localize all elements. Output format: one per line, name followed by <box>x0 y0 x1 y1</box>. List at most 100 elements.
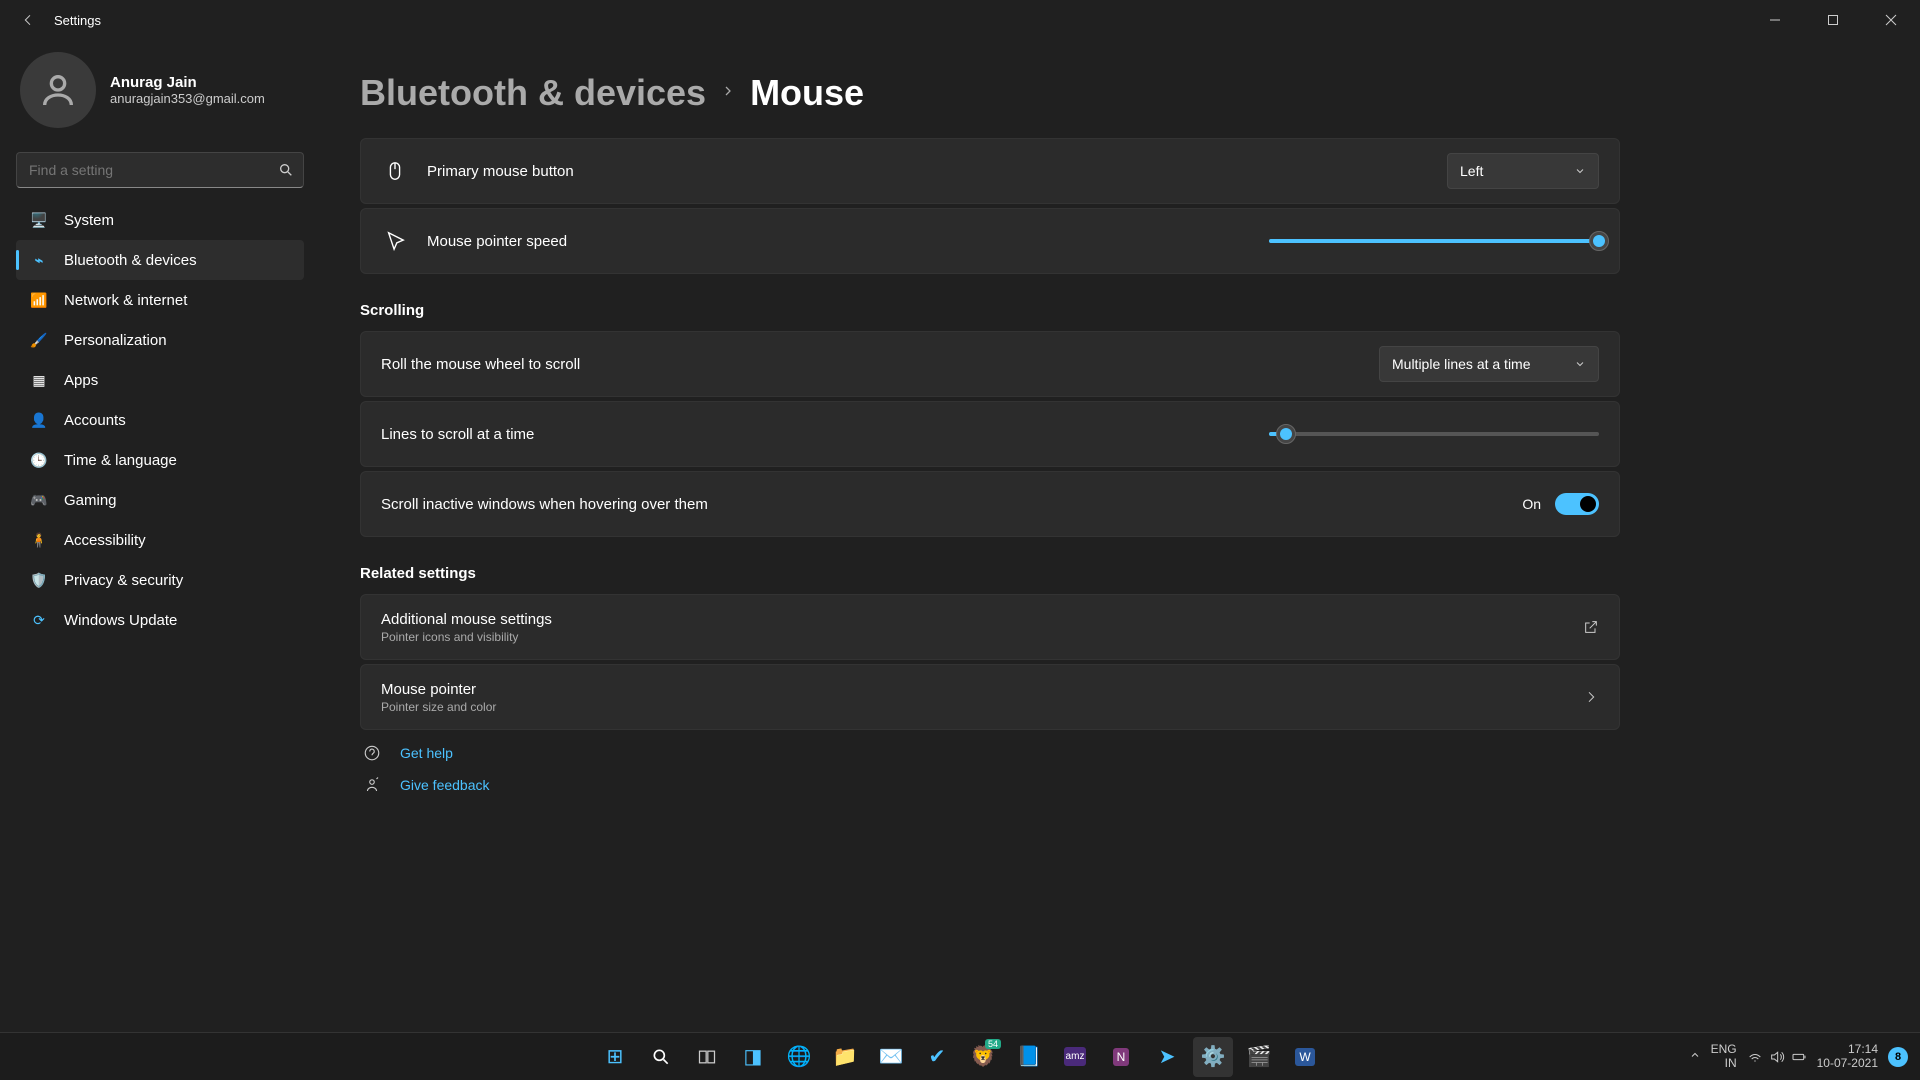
brush-icon: 🖌️ <box>30 331 48 349</box>
wifi-icon: 📶 <box>30 291 48 309</box>
nav-list: 🖥️System ⌁ Bluetooth & devices 📶 Network &… <box>16 200 304 640</box>
lang-secondary: IN <box>1711 1057 1737 1070</box>
sidebar-item-time-language[interactable]: 🕒Time & language <box>16 440 304 480</box>
tray-overflow-button[interactable] <box>1689 1049 1701 1064</box>
sidebar-item-label: Apps <box>64 372 98 389</box>
related-sub: Pointer icons and visibility <box>381 630 552 644</box>
search-taskbar-button[interactable] <box>641 1037 681 1077</box>
onenote-app[interactable]: N <box>1101 1037 1141 1077</box>
clock-icon: 🕒 <box>30 451 48 469</box>
sidebar-item-accounts[interactable]: 👤Accounts <box>16 400 304 440</box>
accessibility-icon: 🧍 <box>30 531 48 549</box>
brave-app[interactable]: 🦁54 <box>963 1037 1003 1077</box>
wifi-tray-icon <box>1747 1049 1763 1065</box>
sidebar-item-label: Personalization <box>64 332 167 349</box>
start-button[interactable]: ⊞ <box>595 1037 635 1077</box>
roll-wheel-dropdown[interactable]: Multiple lines at a time <box>1379 346 1599 382</box>
date-text: 10-07-2021 <box>1817 1057 1878 1070</box>
slider-thumb[interactable] <box>1276 424 1296 444</box>
cursor-icon <box>381 230 409 252</box>
todo-app[interactable]: ✔ <box>917 1037 957 1077</box>
notification-badge[interactable]: 8 <box>1888 1047 1908 1067</box>
sidebar-item-windows-update[interactable]: ⟳ Windows Update <box>16 600 304 640</box>
person-icon: 👤 <box>30 411 48 429</box>
window-title: Settings <box>54 13 101 28</box>
scroll-inactive-toggle[interactable] <box>1555 493 1599 515</box>
mail-app[interactable]: ✉️ <box>871 1037 911 1077</box>
sidebar-item-bluetooth-devices[interactable]: ⌁ Bluetooth & devices <box>16 240 304 280</box>
setting-roll-wheel: Roll the mouse wheel to scroll Multiple … <box>360 331 1620 397</box>
breadcrumb-parent[interactable]: Bluetooth & devices <box>360 72 706 114</box>
section-title-scrolling: Scrolling <box>360 302 1620 319</box>
sidebar-item-label: Windows Update <box>64 612 177 629</box>
edge-app[interactable]: 🌐 <box>779 1037 819 1077</box>
chevron-right-icon <box>1583 689 1599 705</box>
setting-label: Roll the mouse wheel to scroll <box>381 356 580 373</box>
sidebar-item-privacy[interactable]: 🛡️Privacy & security <box>16 560 304 600</box>
chevron-down-icon <box>1574 358 1586 370</box>
profile-block[interactable]: Anurag Jain anuragjain353@gmail.com <box>20 52 320 128</box>
give-feedback-link[interactable]: Give feedback <box>400 777 490 793</box>
get-help-link[interactable]: Get help <box>400 745 453 761</box>
sidebar-item-label: Privacy & security <box>64 572 183 589</box>
sidebar-item-network[interactable]: 📶 Network & internet <box>16 280 304 320</box>
related-label: Mouse pointer <box>381 681 496 698</box>
minimize-button[interactable] <box>1746 0 1804 40</box>
amazon-music-app[interactable]: amz <box>1055 1037 1095 1077</box>
chevron-down-icon <box>1574 165 1586 177</box>
setting-pointer-speed: Mouse pointer speed <box>360 208 1620 274</box>
monitor-icon: 🖥️ <box>30 211 48 229</box>
sidebar-item-label: Bluetooth & devices <box>64 252 197 269</box>
taskbar: ⊞ ◨ 🌐 📁 ✉️ ✔ 🦁54 📘 amz N ➤ ⚙️ 🎬 W ENG IN… <box>0 1032 1920 1080</box>
taskbar-right: ENG IN 17:14 10-07-2021 8 <box>1689 1043 1920 1069</box>
setting-lines-scroll: Lines to scroll at a time <box>360 401 1620 467</box>
sidebar-item-system[interactable]: 🖥️System <box>16 200 304 240</box>
setting-label: Primary mouse button <box>427 163 574 180</box>
related-additional-mouse-settings[interactable]: Additional mouse settings Pointer icons … <box>360 594 1620 660</box>
avatar <box>20 52 96 128</box>
clock[interactable]: 17:14 10-07-2021 <box>1817 1043 1878 1069</box>
pointer-speed-slider[interactable] <box>1269 239 1599 243</box>
language-indicator[interactable]: ENG IN <box>1711 1043 1737 1069</box>
back-button[interactable] <box>8 0 48 40</box>
task-view-button[interactable] <box>687 1037 727 1077</box>
related-mouse-pointer[interactable]: Mouse pointer Pointer size and color <box>360 664 1620 730</box>
widgets-button[interactable]: ◨ <box>733 1037 773 1077</box>
word-app[interactable]: W <box>1285 1037 1325 1077</box>
pdf-app[interactable]: 📘 <box>1009 1037 1049 1077</box>
gamepad-icon: 🎮 <box>30 491 48 509</box>
sidebar-item-accessibility[interactable]: 🧍Accessibility <box>16 520 304 560</box>
lang-primary: ENG <box>1711 1043 1737 1056</box>
window-controls <box>1746 0 1920 40</box>
primary-button-dropdown[interactable]: Left <box>1447 153 1599 189</box>
setting-label: Mouse pointer speed <box>427 233 567 250</box>
sidebar-item-apps[interactable]: ▦Apps <box>16 360 304 400</box>
get-help-row: Get help <box>360 744 1880 762</box>
setting-scroll-inactive: Scroll inactive windows when hovering ov… <box>360 471 1620 537</box>
brave-badge: 54 <box>985 1039 1001 1049</box>
close-button[interactable] <box>1862 0 1920 40</box>
bluetooth-icon: ⌁ <box>30 251 48 269</box>
sidebar-item-personalization[interactable]: 🖌️ Personalization <box>16 320 304 360</box>
search-wrap <box>16 152 304 188</box>
profile-email: anuragjain353@gmail.com <box>110 91 265 106</box>
explorer-app[interactable]: 📁 <box>825 1037 865 1077</box>
sidebar-item-gaming[interactable]: 🎮 Gaming <box>16 480 304 520</box>
slider-thumb[interactable] <box>1589 231 1609 251</box>
search-input[interactable] <box>16 152 304 188</box>
update-icon: ⟳ <box>30 611 48 629</box>
search-icon <box>278 162 294 178</box>
setting-label: Scroll inactive windows when hovering ov… <box>381 496 708 513</box>
maximize-button[interactable] <box>1804 0 1862 40</box>
davinci-app[interactable]: 🎬 <box>1239 1037 1279 1077</box>
feedback-icon <box>360 776 384 794</box>
setting-label: Lines to scroll at a time <box>381 426 534 443</box>
sidebar: Anurag Jain anuragjain353@gmail.com 🖥️Sy… <box>0 40 320 1032</box>
sidebar-item-label: Gaming <box>64 492 117 509</box>
system-tray[interactable] <box>1747 1049 1807 1065</box>
sidebar-item-label: Network & internet <box>64 292 187 309</box>
lines-scroll-slider[interactable] <box>1269 432 1599 436</box>
settings-app[interactable]: ⚙️ <box>1193 1037 1233 1077</box>
telegram-app[interactable]: ➤ <box>1147 1037 1187 1077</box>
battery-tray-icon <box>1791 1049 1807 1065</box>
